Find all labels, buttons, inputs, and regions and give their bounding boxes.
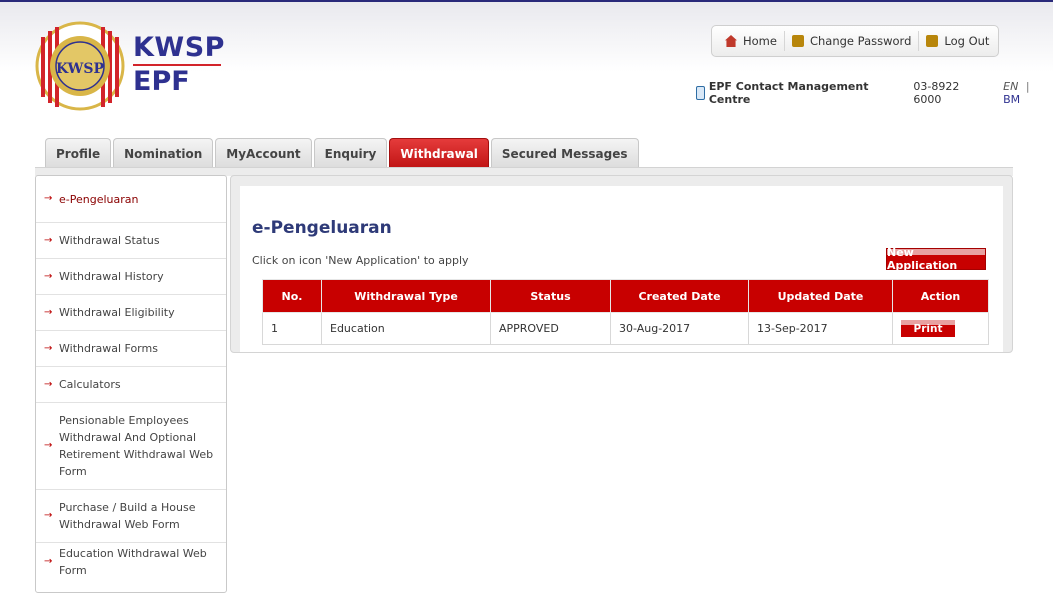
print-button[interactable]: Print	[901, 320, 955, 337]
phone-icon	[696, 86, 705, 100]
language-switch: EN | BM	[1003, 80, 1053, 106]
home-icon	[725, 35, 737, 47]
arrow-right-icon: →	[44, 440, 53, 451]
main-tabs: Profile Nomination MyAccount Enquiry Wit…	[45, 138, 641, 168]
lang-separator: |	[1025, 80, 1030, 93]
instruction-text: Click on icon 'New Application' to apply	[252, 254, 469, 267]
sidebar-item-label: Withdrawal Status	[59, 234, 160, 247]
cell-status: APPROVED	[490, 312, 611, 345]
sidebar-item-label: e-Pengeluaran	[59, 192, 139, 206]
cell-no: 1	[262, 312, 322, 345]
tab-nomination[interactable]: Nomination	[113, 138, 214, 168]
new-application-button[interactable]: New Application	[886, 246, 986, 272]
col-header-created: Created Date	[610, 279, 749, 313]
tab-secured-messages[interactable]: Secured Messages	[490, 138, 639, 168]
sidebar-item-label: Withdrawal History	[59, 270, 164, 283]
brand-wordmark: KWSP EPF	[133, 33, 225, 96]
contact-label: EPF Contact Management Centre	[708, 80, 869, 106]
brand-line1: KWSP	[133, 32, 225, 63]
tab-profile[interactable]: Profile	[45, 138, 112, 168]
sidebar-item-e-pengeluaran[interactable]: → e-Pengeluaran	[36, 176, 226, 223]
col-header-no: No.	[262, 279, 322, 313]
contact-phone: 03-8922 6000	[913, 80, 960, 106]
change-password-link[interactable]: Change Password	[785, 31, 918, 51]
arrow-right-icon: →	[44, 556, 53, 567]
sidebar-item-label: Purchase / Build a House Withdrawal Web …	[59, 501, 196, 531]
sidebar-item-calculators[interactable]: → Calculators	[36, 367, 226, 403]
home-label: Home	[743, 34, 777, 48]
padlock-icon	[926, 35, 939, 47]
sidebar-item-education-form[interactable]: → Education Withdrawal Web Form	[36, 543, 226, 581]
sidebar-item-withdrawal-eligibility[interactable]: → Withdrawal Eligibility	[36, 295, 226, 331]
logout-link[interactable]: Log Out	[919, 31, 996, 51]
col-header-action: Action	[892, 279, 989, 313]
sidebar: → e-Pengeluaran → Withdrawal Status → Wi…	[35, 175, 227, 593]
sidebar-item-withdrawal-status[interactable]: → Withdrawal Status	[36, 223, 226, 259]
cell-updated: 13-Sep-2017	[748, 312, 893, 345]
cell-type: Education	[321, 312, 491, 345]
logout-label: Log Out	[944, 34, 990, 48]
sidebar-item-label: Withdrawal Eligibility	[59, 306, 175, 319]
tab-myaccount[interactable]: MyAccount	[215, 138, 312, 168]
sidebar-item-label: Withdrawal Forms	[59, 342, 158, 355]
contact-info: EPF Contact Management Centre 03-8922 60…	[696, 80, 1053, 106]
table-row: 1 Education APPROVED 30-Aug-2017 13-Sep-…	[262, 312, 989, 345]
sidebar-item-label: Calculators	[59, 378, 121, 391]
arrow-right-icon: →	[44, 270, 53, 282]
col-header-status: Status	[490, 279, 611, 313]
home-link[interactable]: Home	[712, 31, 784, 51]
sidebar-item-pensionable-form[interactable]: → Pensionable Employees Withdrawal And O…	[36, 403, 226, 490]
cell-created: 30-Aug-2017	[610, 312, 749, 345]
sidebar-item-withdrawal-forms[interactable]: → Withdrawal Forms	[36, 331, 226, 367]
lock-icon	[791, 35, 804, 47]
logo-text: KWSP	[56, 61, 105, 77]
tab-withdrawal[interactable]: Withdrawal	[389, 138, 489, 168]
brand-line2: EPF	[133, 66, 190, 97]
lang-en-link[interactable]: EN	[1003, 80, 1018, 93]
arrow-right-icon: →	[44, 510, 53, 521]
sidebar-item-house-form[interactable]: → Purchase / Build a House Withdrawal We…	[36, 490, 226, 543]
kwsp-logo[interactable]: KWSP	[35, 21, 125, 111]
top-nav: Home Change Password Log Out	[711, 25, 999, 57]
table-header-row: No. Withdrawal Type Status Created Date …	[262, 279, 989, 313]
arrow-right-icon: →	[44, 193, 53, 204]
arrow-right-icon: →	[44, 306, 53, 318]
cell-action: Print	[892, 312, 989, 345]
sidebar-item-label: Education Withdrawal Web Form	[59, 547, 207, 577]
sidebar-item-withdrawal-history[interactable]: → Withdrawal History	[36, 259, 226, 295]
change-password-label: Change Password	[809, 34, 912, 48]
sidebar-item-label: Pensionable Employees Withdrawal And Opt…	[59, 414, 214, 478]
withdrawal-table: No. Withdrawal Type Status Created Date …	[262, 279, 989, 345]
page-title: e-Pengeluaran	[252, 218, 392, 238]
tab-enquiry[interactable]: Enquiry	[313, 138, 388, 168]
lang-bm-link[interactable]: BM	[1003, 93, 1020, 106]
col-header-updated: Updated Date	[748, 279, 893, 313]
arrow-right-icon: →	[44, 234, 53, 246]
arrow-right-icon: →	[44, 378, 53, 390]
col-header-type: Withdrawal Type	[321, 279, 491, 313]
arrow-right-icon: →	[44, 342, 53, 354]
